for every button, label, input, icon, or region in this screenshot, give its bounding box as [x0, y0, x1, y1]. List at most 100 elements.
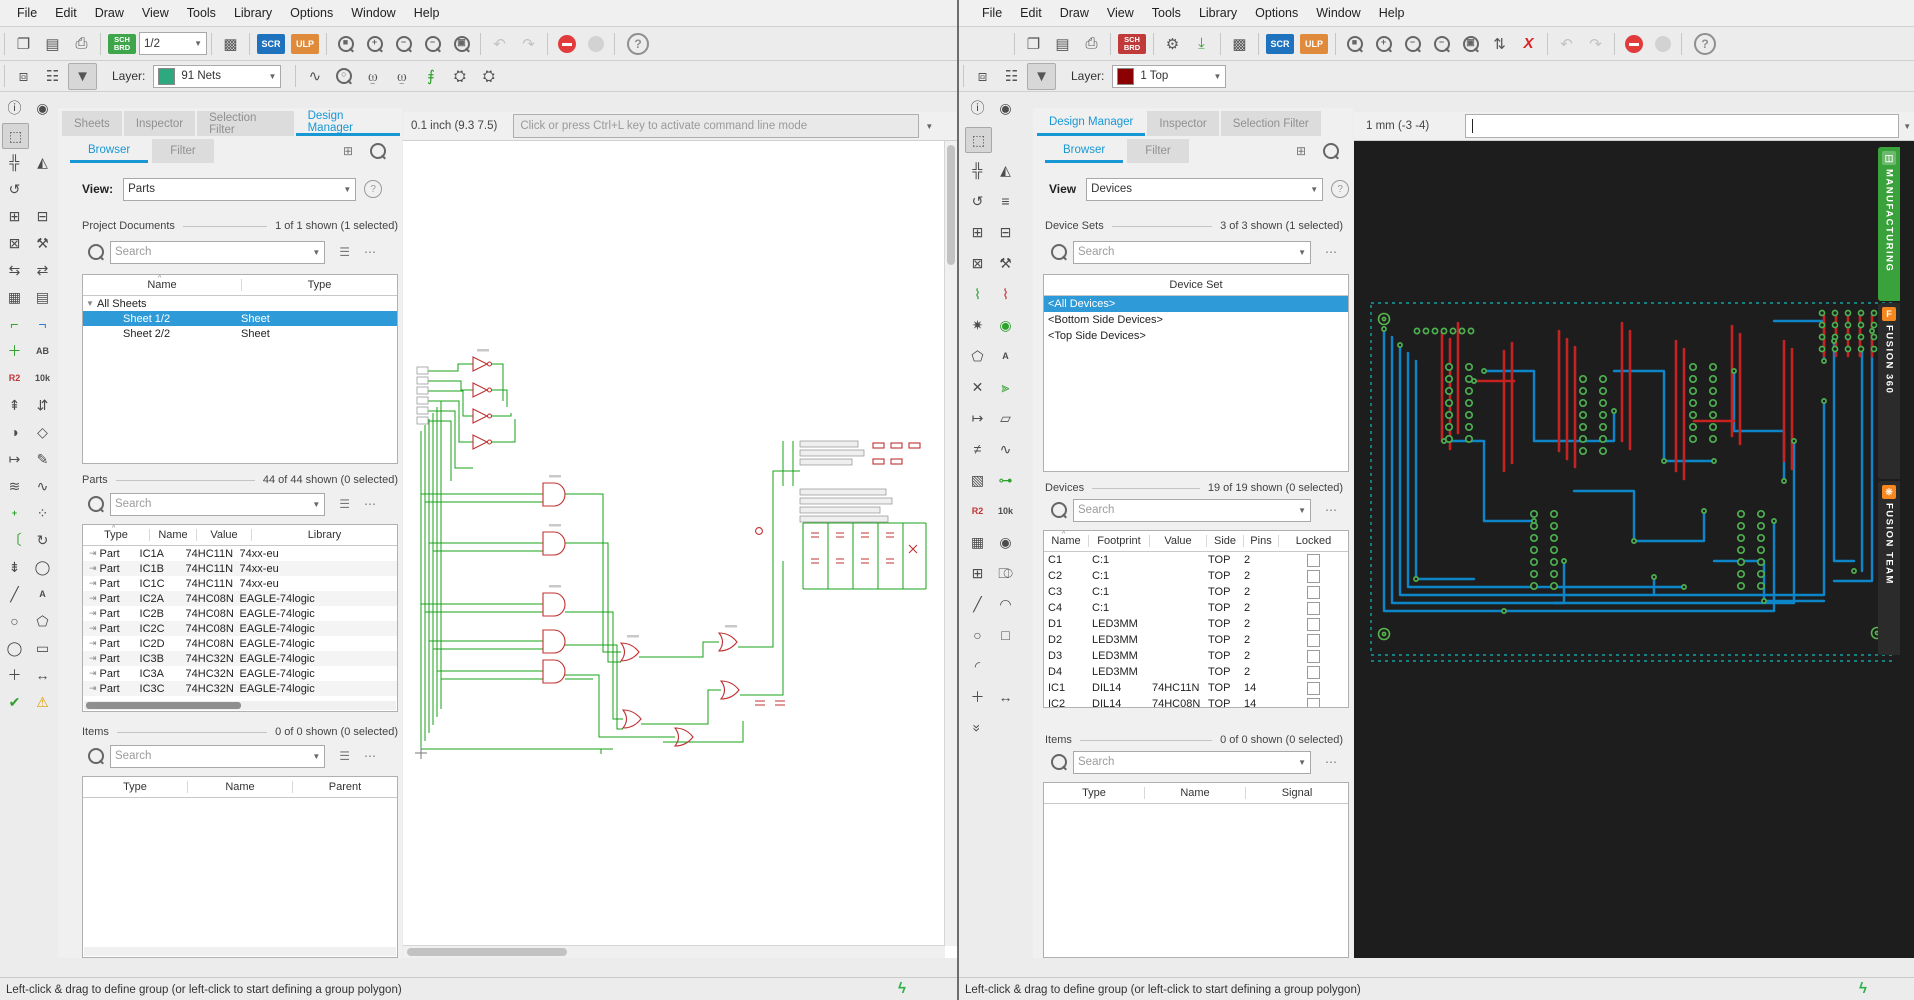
config-icon[interactable]: ▤ — [30, 285, 55, 309]
page-down-icon[interactable]: ⇟ — [2, 555, 27, 579]
zoom-out-icon[interactable]: − — [390, 31, 417, 56]
rotate-icon[interactable]: ↺ — [965, 189, 990, 213]
run-ulp-icon[interactable]: ULP — [1300, 34, 1328, 54]
device-row-c4[interactable]: C4C:1TOP2 — [1044, 600, 1348, 616]
zoom-fit-icon[interactable]: ■ — [1341, 31, 1368, 56]
smd-icon[interactable]: ▦ — [965, 530, 990, 554]
tab-sheets[interactable]: Sheets — [62, 111, 122, 136]
menu-library[interactable]: Library — [1190, 6, 1246, 20]
route-icon[interactable]: ⌇ — [965, 282, 990, 306]
filter-icon[interactable]: ▼ — [1027, 63, 1056, 90]
list-view-icon[interactable]: ☰ — [339, 497, 350, 511]
part-row-ic2b[interactable]: ⇥PartIC2B74HC08NEAGLE-74logic — [83, 606, 397, 621]
oval-icon[interactable]: ◯ — [30, 555, 55, 579]
zoom-panel-icon[interactable] — [1319, 141, 1343, 161]
device-row-c1[interactable]: C1C:1TOP2 — [1044, 552, 1348, 568]
menu-draw[interactable]: Draw — [86, 6, 133, 20]
undo-icon[interactable]: ↶ — [1553, 31, 1580, 56]
line-icon[interactable]: ╱ — [2, 582, 27, 606]
group-select-icon[interactable]: ⬚ — [2, 123, 29, 149]
menu-edit[interactable]: Edit — [46, 6, 86, 20]
zoom-in-icon[interactable]: + — [361, 31, 388, 56]
signal-icon[interactable]: ≠ — [965, 437, 990, 461]
swap-layers-icon[interactable]: ⇅ — [1486, 31, 1513, 56]
wrench-icon[interactable]: ⚒ — [30, 231, 55, 255]
save-icon[interactable]: ▤ — [1049, 31, 1076, 56]
resistor-icon[interactable]: R2 — [2, 366, 27, 390]
zoom-redraw-icon[interactable]: ▣ — [448, 31, 475, 56]
device-row-ic1[interactable]: IC1DIL1474HC11NTOP14 — [1044, 680, 1348, 696]
mirror-icon[interactable]: ◭ — [30, 150, 55, 174]
junction-icon[interactable]: + — [2, 501, 27, 525]
menu-library[interactable]: Library — [225, 6, 281, 20]
part-row-ic1b[interactable]: ⇥PartIC1B74HC11N74xx-eu — [83, 561, 397, 576]
arc-icon[interactable]: ◠ — [993, 592, 1018, 616]
project-documents-table[interactable]: ^Name Type ▼All SheetsSheet 1/2SheetShee… — [82, 274, 398, 464]
move-icon[interactable]: ╬ — [2, 150, 27, 174]
parts-table[interactable]: ^TypeNameValueLibrary ⇥PartIC1A74HC11N74… — [82, 524, 398, 712]
value-icon[interactable]: 10k — [30, 366, 55, 390]
parts-search-input[interactable]: Search▼ — [110, 493, 325, 516]
column-header-signal[interactable]: Signal — [1245, 787, 1348, 799]
menu-window[interactable]: Window — [1307, 6, 1369, 20]
locked-checkbox[interactable] — [1307, 650, 1320, 663]
devices-table[interactable]: ^NameFootprintValueSidePinsLocked C1C:1T… — [1043, 530, 1349, 708]
part-row-ic2c[interactable]: ⇥PartIC2C74HC08NEAGLE-74logic — [83, 621, 397, 636]
simulate-icon[interactable]: ∿ — [301, 64, 328, 89]
zoom-fit-icon[interactable]: ■ — [332, 31, 359, 56]
bracket-icon[interactable]: 〔 — [2, 528, 27, 552]
panel-help-icon[interactable]: ? — [364, 180, 382, 198]
column-header-pins[interactable]: Pins — [1243, 535, 1278, 547]
manufacturing-export-icon[interactable]: ⤓ — [1188, 31, 1215, 56]
view-selector[interactable]: Parts▼ — [123, 178, 356, 201]
gate-swap-icon[interactable]: ⇄ — [30, 258, 55, 282]
menu-draw[interactable]: Draw — [1051, 6, 1098, 20]
locked-checkbox[interactable] — [1307, 618, 1320, 631]
tree-row-sheet-1-2[interactable]: Sheet 1/2Sheet — [83, 311, 397, 326]
locked-checkbox[interactable] — [1307, 666, 1320, 679]
probe-icon[interactable]: ○ — [330, 64, 357, 89]
command-line-input[interactable]: Click or press Ctrl+L key to activate co… — [513, 114, 919, 138]
text-icon[interactable]: A — [30, 582, 55, 606]
save-icon[interactable]: ▤ — [39, 31, 66, 56]
part-row-ic1a[interactable]: ⇥PartIC1A74HC11N74xx-eu — [83, 546, 397, 561]
align-icon[interactable]: ≡ — [993, 189, 1018, 213]
help-icon[interactable]: ? — [1694, 33, 1716, 55]
device-row-d1[interactable]: D1LED3MMTOP2 — [1044, 616, 1348, 632]
run-script-icon[interactable]: SCR — [1266, 34, 1294, 54]
more-options-icon[interactable]: ⋯ — [364, 749, 376, 763]
items-search-input[interactable]: Search▼ — [1073, 751, 1311, 774]
canvas-hscrollbar[interactable] — [403, 945, 945, 958]
print-icon[interactable]: ⎙ — [68, 31, 95, 56]
gear-run-icon[interactable]: ⛭ — [446, 64, 473, 89]
part-row-ic3c[interactable]: ⇥PartIC3C74HC32NEAGLE-74logic — [83, 681, 397, 696]
column-header-footprint[interactable]: Footprint — [1088, 535, 1149, 547]
panel-help-icon[interactable]: ? — [1331, 180, 1349, 198]
column-header-type[interactable]: ^Type — [83, 529, 149, 541]
copy-icon[interactable]: ⊞ — [965, 220, 990, 244]
value-icon[interactable]: 10k — [993, 499, 1018, 523]
erc-check-icon[interactable]: ✔ — [2, 690, 27, 714]
device-sets-table[interactable]: Device Set <All Devices><Bottom Side Dev… — [1043, 274, 1349, 472]
pad-icon[interactable]: ◉ — [993, 530, 1018, 554]
sheet-selector[interactable]: 1/2▼ — [139, 32, 207, 55]
tag-icon[interactable]: ◇ — [30, 420, 55, 444]
menu-tools[interactable]: Tools — [178, 6, 225, 20]
print-icon[interactable]: ⎙ — [1078, 31, 1105, 56]
circle-icon[interactable]: ○ — [2, 609, 27, 633]
items-search-input[interactable]: Search▼ — [110, 745, 325, 768]
subtab-filter[interactable]: Filter — [152, 139, 214, 163]
hole-icon[interactable]: ⎄ — [993, 561, 1018, 585]
pin-array-icon[interactable]: ↦ — [965, 406, 990, 430]
info-icon[interactable]: ⓘ — [965, 96, 990, 120]
add-part-icon[interactable]: ＋ — [2, 339, 27, 363]
meander-icon[interactable]: ∿ — [993, 437, 1018, 461]
device-row-c2[interactable]: C2C:1TOP2 — [1044, 568, 1348, 584]
replace-icon[interactable]: ⇆ — [2, 258, 27, 282]
pinswap-icon[interactable]: ⇞ — [2, 393, 27, 417]
more-options-icon[interactable]: ⋯ — [364, 497, 376, 511]
dimension-icon[interactable]: ↔ — [993, 685, 1018, 709]
view-selector[interactable]: Devices▼ — [1086, 178, 1323, 201]
paste-icon[interactable]: ⊟ — [30, 204, 55, 228]
tree-root-all-sheets[interactable]: ▼All Sheets — [83, 296, 397, 311]
